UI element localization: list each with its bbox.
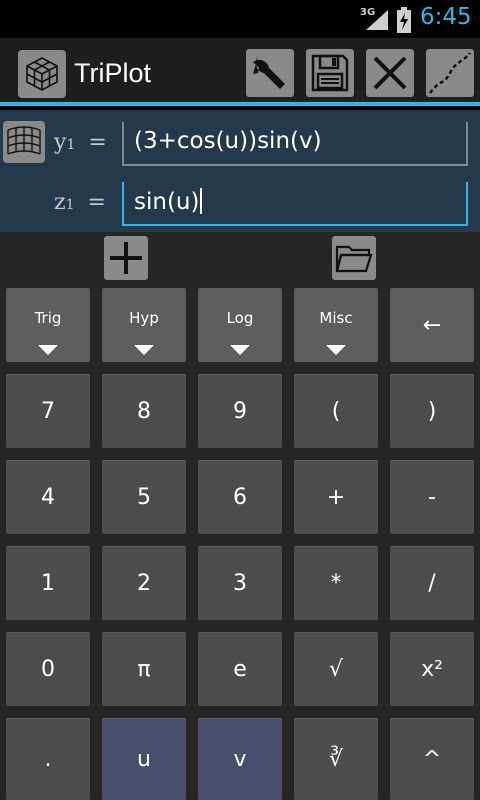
dropdown-arrow-icon (38, 345, 58, 355)
y1-label: y1 = (54, 130, 107, 155)
key-8[interactable]: 8 (102, 374, 186, 448)
key-v[interactable]: v (198, 718, 282, 800)
close-icon (373, 56, 407, 90)
battery-charging-icon (397, 7, 411, 33)
add-expression-button[interactable] (104, 236, 148, 280)
key-6[interactable]: 6 (198, 460, 282, 534)
key-9[interactable]: 9 (198, 374, 282, 448)
plus-icon (110, 242, 142, 274)
plot-button[interactable] (426, 49, 474, 97)
key-divide[interactable]: / (390, 546, 474, 620)
key-decimal[interactable]: . (6, 718, 90, 800)
dropdown-arrow-icon (230, 345, 250, 355)
cube-icon (26, 57, 58, 91)
key-3[interactable]: 3 (198, 546, 282, 620)
key-u[interactable]: u (102, 718, 186, 800)
folder-open-icon (335, 245, 373, 273)
expression-panel: y1 = (3+cos(u))sin(v) z1 = sin(u) (0, 110, 480, 232)
wrench-icon (253, 57, 285, 89)
key-minus[interactable]: - (390, 460, 474, 534)
key-4[interactable]: 4 (6, 460, 90, 534)
z1-label: z1 = (54, 190, 106, 215)
hyp-menu-key[interactable]: Hyp (102, 288, 186, 362)
status-bar: 3G 6:45 (0, 0, 480, 38)
open-file-button[interactable] (332, 236, 376, 280)
clear-button[interactable] (366, 49, 414, 97)
backspace-key[interactable]: ← (390, 288, 474, 362)
misc-menu-key[interactable]: Misc (294, 288, 378, 362)
key-2[interactable]: 2 (102, 546, 186, 620)
key-plus[interactable]: + (294, 460, 378, 534)
key-sqrt[interactable]: √ (294, 632, 378, 706)
key-7[interactable]: 7 (6, 374, 90, 448)
key-close-paren[interactable]: ) (390, 374, 474, 448)
app-title: TriPlot (74, 58, 152, 88)
save-button[interactable] (306, 49, 354, 97)
key-open-paren[interactable]: ( (294, 374, 378, 448)
key-multiply[interactable]: * (294, 546, 378, 620)
settings-button[interactable] (246, 49, 294, 97)
y1-input[interactable]: (3+cos(u))sin(v) (122, 122, 468, 166)
key-e[interactable]: e (198, 632, 282, 706)
surface-type-button[interactable] (2, 120, 46, 164)
y1-input-value: (3+cos(u))sin(v) (134, 128, 322, 154)
z1-input-value: sin(u) (134, 188, 203, 215)
clock: 6:45 (420, 4, 472, 30)
key-5[interactable]: 5 (102, 460, 186, 534)
save-icon (311, 54, 349, 92)
curve-icon (428, 52, 471, 94)
key-0[interactable]: 0 (6, 632, 90, 706)
key-square[interactable]: x² (390, 632, 474, 706)
log-menu-key[interactable]: Log (198, 288, 282, 362)
key-1[interactable]: 1 (6, 546, 90, 620)
key-cbrt[interactable]: ∛ (294, 718, 378, 800)
key-power[interactable]: ^ (390, 718, 474, 800)
action-bar: TriPlot (0, 38, 480, 106)
z1-input[interactable]: sin(u) (122, 182, 468, 226)
dropdown-arrow-icon (134, 345, 154, 355)
text-cursor (200, 188, 203, 214)
dropdown-arrow-icon (326, 345, 346, 355)
app-icon[interactable] (18, 50, 66, 98)
signal-icon (366, 10, 388, 30)
trig-menu-key[interactable]: Trig (6, 288, 90, 362)
key-pi[interactable]: π (102, 632, 186, 706)
surface-icon (3, 121, 45, 163)
